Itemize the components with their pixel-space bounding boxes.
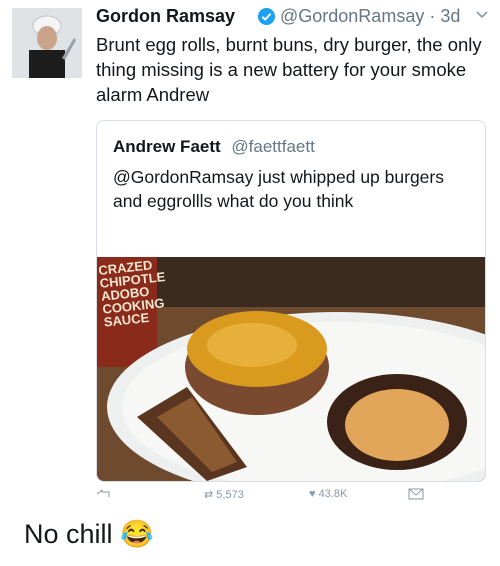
tweet-card: Gordon Ramsay @GordonRamsay · 3d Brunt e… — [0, 0, 500, 500]
like-icon: ♥ — [309, 488, 316, 500]
dm-icon[interactable] — [408, 488, 424, 500]
food-photo[interactable] — [97, 257, 485, 481]
retweet-count: 5,573 — [216, 489, 244, 500]
quoted-author-handle: @faettfaett — [231, 137, 315, 156]
meme-caption: No chill 😂 — [24, 518, 154, 550]
retweet-icon: ⇄ — [204, 489, 214, 500]
caption-text: No chill — [24, 519, 113, 549]
bottle-label: CRAZED CHIPOTLE ADOBO COOKING SAUCE — [97, 257, 166, 330]
timestamp[interactable]: · 3d — [429, 6, 460, 26]
caret-down-icon[interactable] — [474, 6, 490, 27]
retweet-button[interactable]: ⇄ 5,573 — [204, 488, 244, 500]
author-name[interactable]: Gordon Ramsay — [96, 6, 235, 26]
avatar-image — [12, 8, 82, 78]
verified-icon — [257, 7, 276, 31]
handle-text: @GordonRamsay — [280, 6, 425, 26]
tweet-actions: ⇄ 5,573 ♥ 43.8K — [96, 488, 486, 500]
reply-icon[interactable] — [96, 488, 110, 500]
avatar[interactable] — [12, 8, 82, 78]
tweet-text: Brunt egg rolls, burnt buns, dry burger,… — [96, 34, 482, 105]
quoted-header: Andrew Faett @faettfaett — [113, 137, 315, 157]
quoted-author-name: Andrew Faett — [113, 137, 221, 156]
tweet-header: Gordon Ramsay @GordonRamsay · 3d — [96, 6, 490, 30]
author-handle[interactable]: @GordonRamsay · 3d — [280, 6, 460, 27]
quoted-tweet[interactable]: Andrew Faett @faettfaett @GordonRamsay j… — [96, 120, 486, 482]
like-count: 43.8K — [318, 488, 348, 500]
laughing-emoji-icon: 😂 — [120, 519, 154, 549]
like-button[interactable]: ♥ 43.8K — [309, 488, 347, 500]
quoted-text: @GordonRamsay just whipped up burgers an… — [113, 167, 444, 211]
